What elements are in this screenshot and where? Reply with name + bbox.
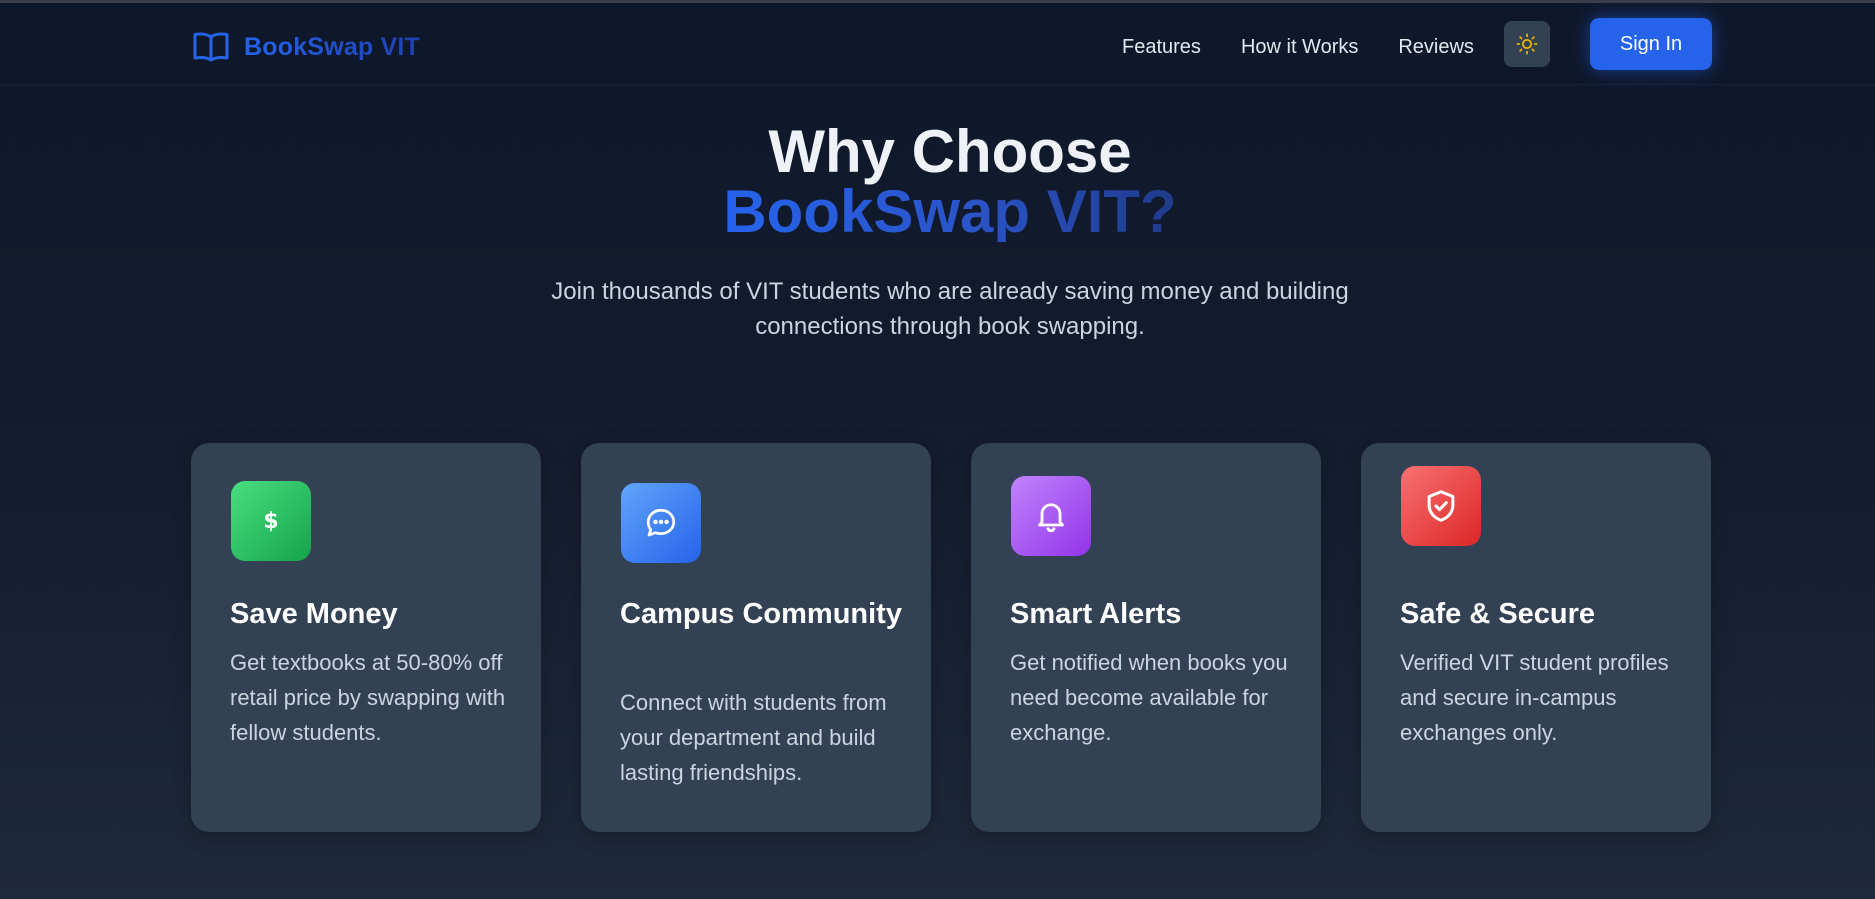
main-nav: Features How it Works Reviews bbox=[1122, 31, 1514, 63]
nav-link-features[interactable]: Features bbox=[1122, 31, 1201, 63]
dollar-icon: $ bbox=[231, 481, 311, 561]
chat-bubble-icon bbox=[621, 483, 701, 563]
sun-icon bbox=[1516, 33, 1538, 55]
feature-title: Smart Alerts bbox=[1010, 598, 1182, 630]
title-line-2: BookSwap VIT? bbox=[723, 178, 1177, 245]
feature-description: Get notified when books you need become … bbox=[1010, 650, 1288, 745]
feature-description: Get textbooks at 50-80% off retail price… bbox=[230, 650, 506, 745]
brand-logo-link[interactable]: BookSwap VIT bbox=[192, 27, 420, 67]
feature-title: Safe & Secure bbox=[1400, 598, 1596, 630]
page-subtitle: Join thousands of VIT students who are a… bbox=[551, 278, 1349, 340]
page-title: Why Choose BookSwap VIT? bbox=[0, 122, 1875, 242]
feature-card-campus-community: Campus Community Connect with students f… bbox=[581, 443, 931, 832]
nav-link-reviews[interactable]: Reviews bbox=[1398, 31, 1474, 63]
brand-name: BookSwap VIT bbox=[244, 32, 421, 61]
feature-title: Campus Community bbox=[620, 598, 902, 630]
feature-description: Connect with students from your departme… bbox=[620, 690, 887, 785]
sign-in-button[interactable]: Sign In bbox=[1590, 18, 1712, 70]
bell-icon bbox=[1011, 476, 1091, 556]
feature-title: Save Money bbox=[230, 598, 398, 630]
feature-description: Verified VIT student profiles and secure… bbox=[1400, 650, 1669, 745]
open-book-icon bbox=[193, 32, 229, 62]
shield-check-icon bbox=[1401, 466, 1481, 546]
theme-toggle-button[interactable] bbox=[1504, 21, 1550, 67]
feature-card-save-money: $ Save Money Get textbooks at 50-80% off… bbox=[191, 443, 541, 832]
top-navbar: BookSwap VIT Features How it Works Revie… bbox=[0, 3, 1875, 85]
feature-card-safe-secure: Safe & Secure Verified VIT student profi… bbox=[1361, 443, 1711, 832]
title-line-1: Why Choose bbox=[768, 118, 1132, 185]
feature-card-smart-alerts: Smart Alerts Get notified when books you… bbox=[971, 443, 1321, 832]
nav-link-how-it-works[interactable]: How it Works bbox=[1241, 31, 1358, 63]
